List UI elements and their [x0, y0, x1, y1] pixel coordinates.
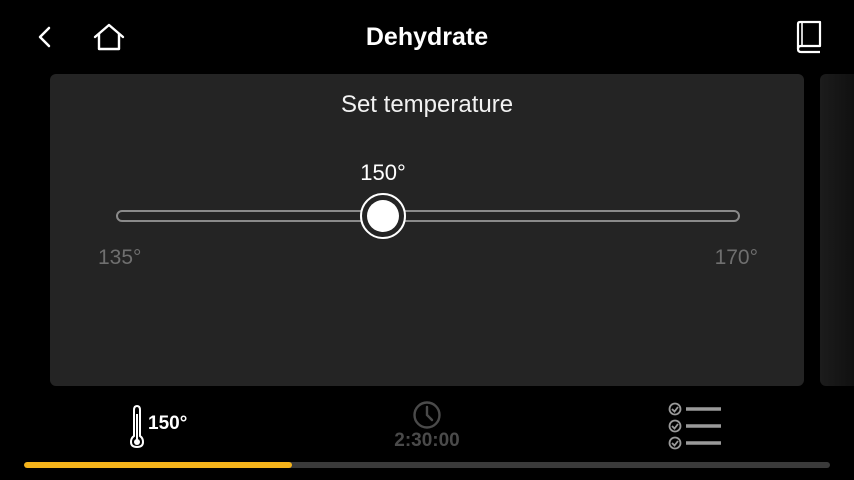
thermometer-icon: [129, 404, 145, 448]
cook-progress-bar: [24, 462, 830, 468]
next-card-peek[interactable]: [820, 74, 854, 386]
checklist-icon: [668, 402, 721, 450]
temperature-card: Set temperature 150° 135° 170°: [50, 74, 804, 386]
clock-icon: [413, 401, 441, 429]
header: Dehydrate: [0, 0, 854, 74]
range-min-label: 135°: [98, 246, 142, 269]
slider-thumb-inner: [367, 200, 399, 232]
dehydrate-screen: Dehydrate Set temperature 150° 135° 170°: [0, 0, 854, 480]
slider-value: 150°: [360, 160, 406, 185]
range-max-label: 170°: [714, 246, 758, 269]
steps-status[interactable]: [666, 402, 724, 450]
slider-track[interactable]: [116, 210, 740, 222]
book-icon: [796, 20, 822, 54]
card-title: Set temperature: [340, 91, 514, 118]
temperature-slider[interactable]: 150°: [116, 160, 740, 254]
temperature-status[interactable]: 150°: [128, 404, 187, 448]
slider-thumb[interactable]: [360, 193, 406, 239]
timer-status-value: 2:30:00: [394, 430, 460, 451]
cook-progress-fill: [24, 462, 293, 468]
temperature-status-value: 150°: [148, 413, 188, 434]
timer-status[interactable]: 2:30:00: [378, 400, 476, 452]
page-title: Dehydrate: [365, 23, 489, 51]
guide-button[interactable]: [790, 18, 828, 56]
